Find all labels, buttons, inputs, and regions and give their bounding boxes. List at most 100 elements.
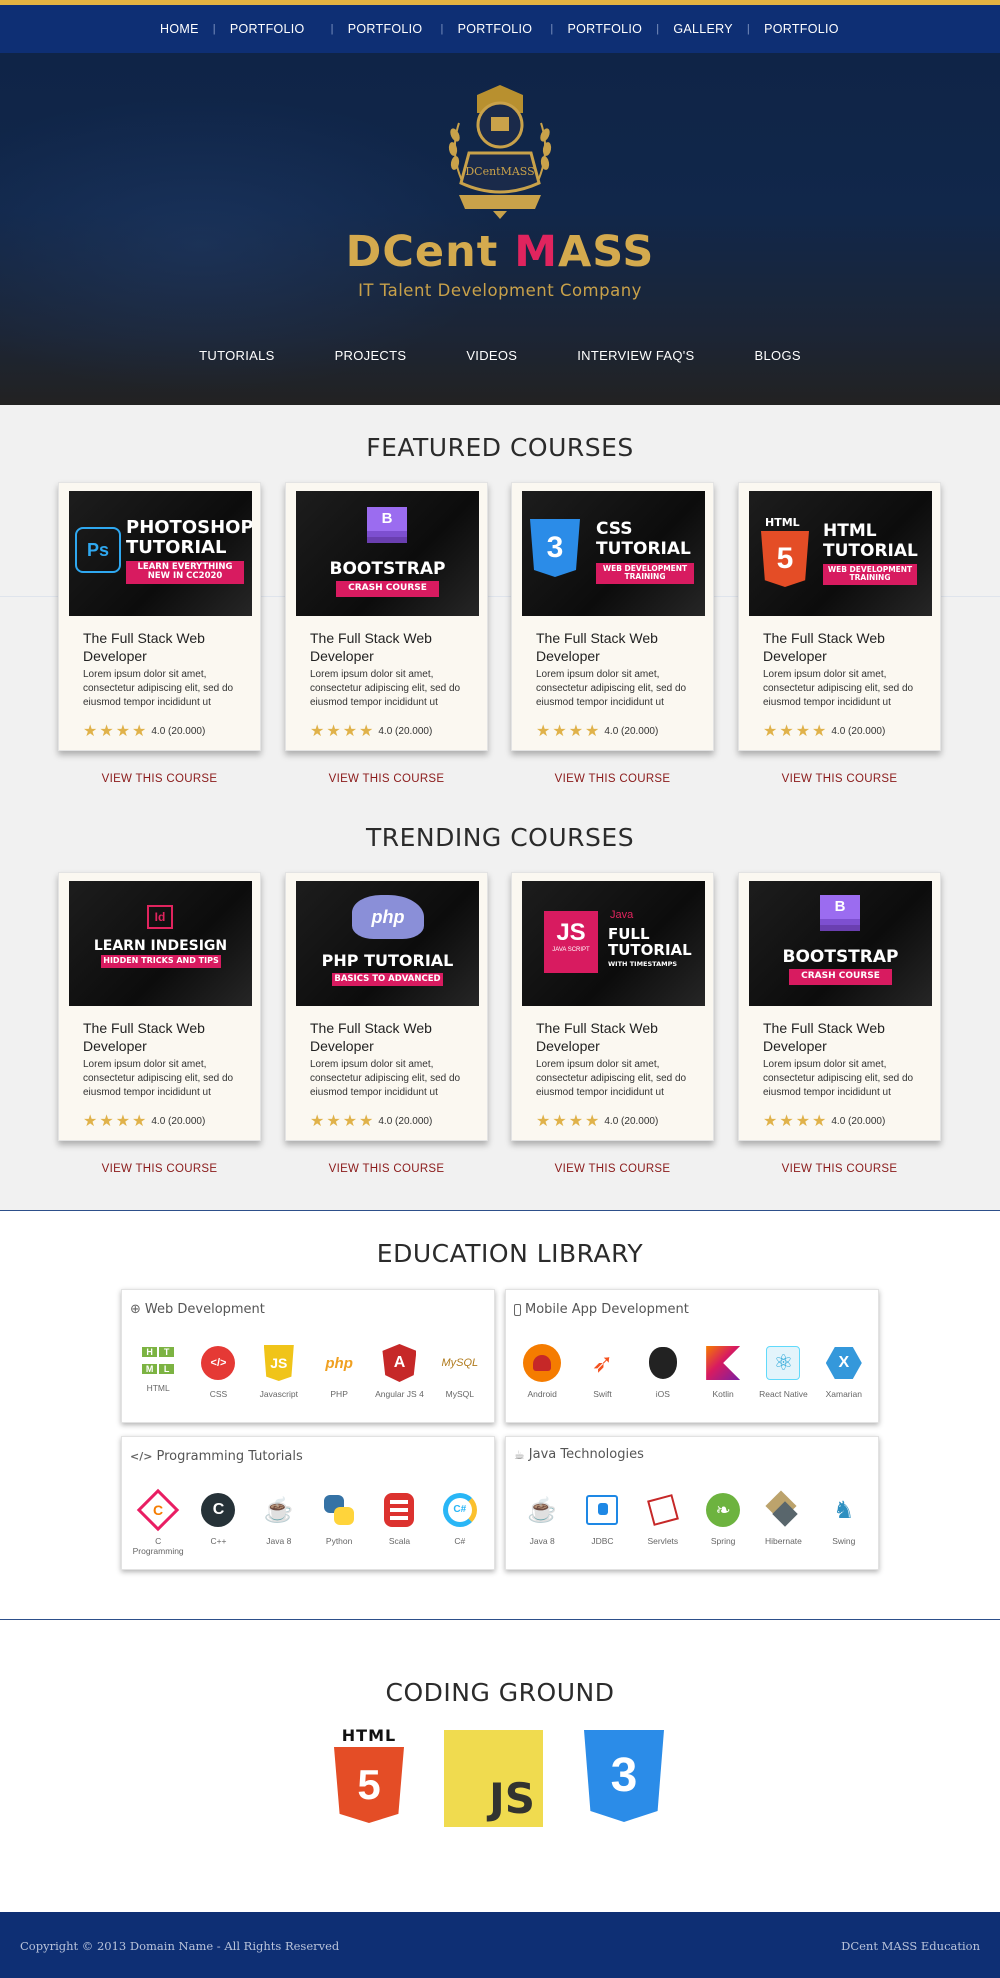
code-icon: </> xyxy=(130,1450,153,1463)
secnav-interview-faqs[interactable]: INTERVIEW FAQ'S xyxy=(577,348,694,363)
course-description: Lorem ipsum dolor sit amet, consectetur … xyxy=(83,669,234,708)
bootstrap-icon: B xyxy=(816,895,864,935)
view-course-link[interactable]: VIEW THIS COURSE xyxy=(58,1163,261,1175)
view-course-link[interactable]: VIEW THIS COURSE xyxy=(738,1163,941,1175)
star-icon: ★ xyxy=(132,1113,147,1130)
library-item-scala[interactable]: Scala xyxy=(370,1491,428,1556)
library-item-swift[interactable]: ➶ Swift xyxy=(573,1344,631,1400)
apple-icon xyxy=(644,1344,682,1382)
css3-logo[interactable]: 3 xyxy=(584,1730,664,1822)
library-item-jdbc[interactable]: JDBC xyxy=(573,1491,631,1546)
view-course-link[interactable]: VIEW THIS COURSE xyxy=(738,773,941,785)
nav-portfolio-4[interactable]: | PORTFOLIO xyxy=(532,22,642,36)
library-item-mysql[interactable]: MySQL MySQL xyxy=(431,1344,489,1399)
library-item-java[interactable]: ☕ Java 8 xyxy=(250,1491,308,1556)
coding-ground: CODING GROUND HTML 5 JS 3 xyxy=(0,1620,1000,1912)
course-rating: ★ ★ ★ ★ 4.0 (20.000) xyxy=(310,723,433,740)
nav-portfolio-3[interactable]: | PORTFOLIO xyxy=(422,22,532,36)
secnav-tutorials[interactable]: TUTORIALS xyxy=(199,348,274,363)
library-item-servlets[interactable]: Servlets xyxy=(634,1491,692,1546)
star-icon: ★ xyxy=(342,1113,358,1130)
view-course-link[interactable]: VIEW THIS COURSE xyxy=(285,773,488,785)
course-card[interactable]: php PHP TUTORIAL BASICS TO ADVANCED The … xyxy=(285,872,488,1141)
java-icon: Java xyxy=(610,909,634,921)
course-card[interactable]: B BOOTSTRAP CRASH COURSE The Full Stack … xyxy=(738,872,941,1141)
course-card[interactable]: Ps PHOTOSHOP TUTORIAL LEARN EVERYTHING N… xyxy=(58,482,261,751)
top-navbar: HOME | PORTFOLIO | PORTFOLIO | PORTFOLIO | P… xyxy=(0,0,1000,53)
course-card[interactable]: HTML 5 HTML TUTORIAL WEB DEVELOPMENT TRA… xyxy=(738,482,941,751)
globe-icon: ⊕ xyxy=(130,1302,141,1317)
library-item-php[interactable]: php PHP xyxy=(310,1344,368,1400)
library-item-javascript[interactable]: JS Javascript xyxy=(250,1344,308,1399)
secnav-videos[interactable]: VIDEOS xyxy=(466,348,517,363)
course-card[interactable]: 3 CSS TUTORIAL WEB DEVELOPMENT TRAINING … xyxy=(511,482,714,751)
star-icon: ★ xyxy=(812,723,827,740)
course-title: The Full Stack Web Developer xyxy=(536,1020,658,1054)
library-item-kotlin[interactable]: Kotlin xyxy=(694,1344,752,1399)
library-item-angular[interactable]: A Angular JS 4 xyxy=(370,1344,428,1399)
nav-portfolio-5[interactable]: | PORTFOLIO xyxy=(733,22,839,36)
course-rating: ★ ★ ★ ★ 4.0 (20.000) xyxy=(83,1113,206,1130)
course-thumbnail: B BOOTSTRAP CRASH COURSE xyxy=(749,881,932,1006)
secondary-nav: TUTORIALS PROJECTS VIDEOS INTERVIEW FAQ'… xyxy=(0,348,1000,363)
secnav-projects[interactable]: PROJECTS xyxy=(335,348,407,363)
indesign-icon: Id xyxy=(147,905,173,929)
course-title: The Full Stack Web Developer xyxy=(310,1020,432,1054)
library-item-cpp[interactable]: C C++ xyxy=(189,1491,247,1556)
library-item-java8[interactable]: ☕ Java 8 xyxy=(513,1491,571,1547)
nav-home[interactable]: HOME xyxy=(160,22,199,36)
library-item-spring[interactable]: ❧ Spring xyxy=(694,1491,752,1546)
php-icon: php xyxy=(325,1354,353,1372)
star-icon: ★ xyxy=(812,1113,827,1130)
view-course-link[interactable]: VIEW THIS COURSE xyxy=(511,773,714,785)
star-icon: ★ xyxy=(115,723,131,740)
javascript-logo[interactable]: JS xyxy=(444,1730,543,1827)
view-course-link[interactable]: VIEW THIS COURSE xyxy=(511,1163,714,1175)
footer-brand[interactable]: DCent MASS Education xyxy=(841,1939,980,1953)
hero-banner: DCentMASS DCent MASS IT Talent Developme… xyxy=(0,53,1000,405)
star-icon: ★ xyxy=(568,723,584,740)
python-icon xyxy=(320,1491,358,1529)
view-course-link[interactable]: VIEW THIS COURSE xyxy=(58,773,261,785)
library-item-android[interactable]: Android xyxy=(513,1344,571,1399)
nav-portfolio-2[interactable]: | PORTFOLIO xyxy=(305,22,423,36)
star-icon: ★ xyxy=(132,723,147,740)
library-item-xamarin[interactable]: X Xamarian xyxy=(815,1344,873,1399)
html5-logo[interactable]: HTML 5 xyxy=(334,1726,404,1823)
library-item-ios[interactable]: iOS xyxy=(634,1344,692,1399)
emblem-logo[interactable]: DCentMASS xyxy=(441,83,559,223)
photoshop-icon: Ps xyxy=(75,527,121,573)
library-item-css[interactable]: </> CSS xyxy=(189,1344,247,1399)
library-item-python[interactable]: Python xyxy=(310,1491,368,1556)
library-item-react-native[interactable]: ⚛ React Native xyxy=(754,1344,812,1399)
library-item-swing[interactable]: ♞ Swing xyxy=(815,1491,873,1547)
library-item-c[interactable]: CC Programming xyxy=(129,1488,187,1556)
star-icon: ★ xyxy=(359,1113,374,1130)
nav-portfolio-1[interactable]: | PORTFOLIO xyxy=(199,22,305,36)
course-card[interactable]: Id LEARN INDESIGN HIDDEN TRICKS AND TIPS… xyxy=(58,872,261,1141)
star-icon: ★ xyxy=(342,723,358,740)
android-icon xyxy=(523,1344,562,1382)
course-card[interactable]: JS JAVA SCRIPT Java FULL TUTORIAL WITH T… xyxy=(511,872,714,1141)
mobile-icon xyxy=(514,1303,521,1316)
course-card[interactable]: B BOOTSTRAP CRASH COURSE The Full Stack … xyxy=(285,482,488,751)
view-course-link[interactable]: VIEW THIS COURSE xyxy=(285,1163,488,1175)
library-group-web: ⊕ Web Development H T M L HTML </> CSS JS Javas… xyxy=(121,1289,495,1423)
library-item-html[interactable]: H T M L HTML xyxy=(129,1344,187,1399)
library-item-hibernate[interactable]: Hibernate xyxy=(754,1490,812,1546)
library-item-csharp[interactable]: C# C# xyxy=(431,1491,489,1556)
nav-gallery[interactable]: | GALLERY xyxy=(642,22,733,36)
course-rating: ★ ★ ★ ★ 4.0 (20.000) xyxy=(763,723,886,740)
course-title: The Full Stack Web Developer xyxy=(536,630,658,664)
brand-tagline: IT Talent Development Company xyxy=(358,281,642,300)
css-icon: </> xyxy=(199,1344,237,1382)
bootstrap-icon: B xyxy=(363,507,411,547)
java-icon: ☕ xyxy=(263,1496,294,1524)
star-icon: ★ xyxy=(99,1113,114,1130)
course-description: Lorem ipsum dolor sit amet, consectetur … xyxy=(310,1059,461,1098)
star-icon: ★ xyxy=(536,1113,551,1130)
course-rating: ★ ★ ★ ★ 4.0 (20.000) xyxy=(536,1113,659,1130)
secnav-blogs[interactable]: BLOGS xyxy=(755,348,801,363)
course-thumbnail: JS JAVA SCRIPT Java FULL TUTORIAL WITH T… xyxy=(522,881,705,1006)
course-title: The Full Stack Web Developer xyxy=(83,1020,205,1054)
